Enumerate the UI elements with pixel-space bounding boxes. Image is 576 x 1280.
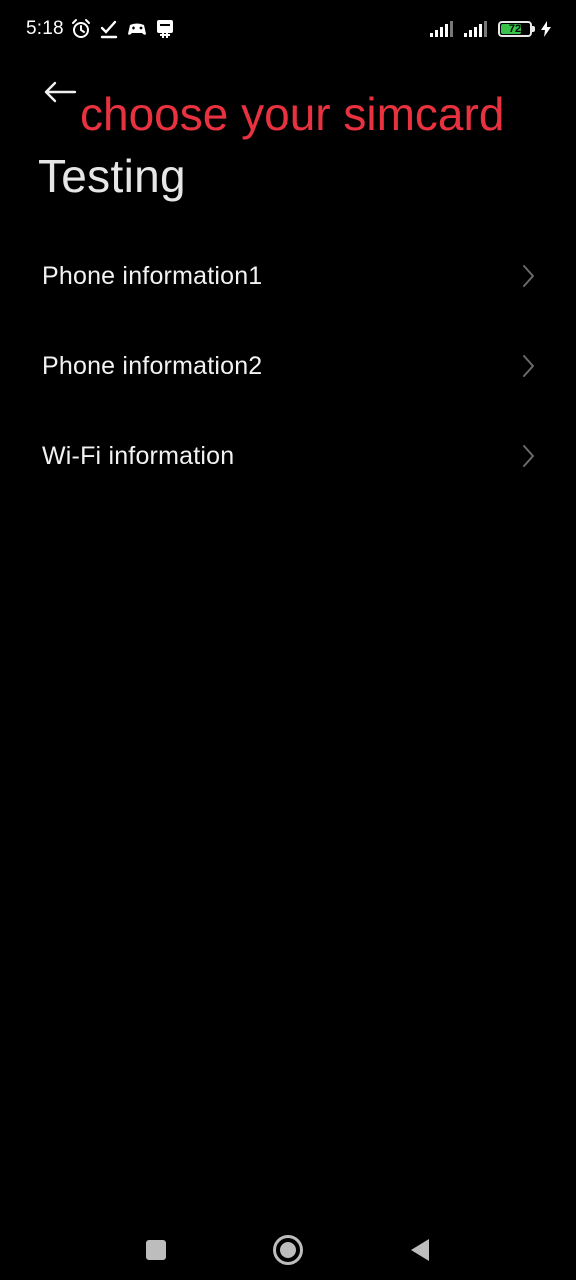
signal-sim1-icon: [430, 21, 453, 37]
list-item-label: Phone information2: [42, 351, 263, 380]
battery-level: 72: [508, 23, 522, 35]
home-button[interactable]: [268, 1230, 308, 1270]
overlay-annotation: choose your simcard: [80, 88, 505, 140]
game-controller-icon: [126, 18, 148, 40]
status-left: 5:18: [26, 17, 176, 41]
battery-icon: 72: [498, 21, 535, 37]
list-item-phone-information1[interactable]: Phone information1: [0, 231, 576, 321]
status-bar: 5:18 72: [0, 0, 576, 58]
status-right: 72: [430, 18, 552, 40]
notification-icon: [154, 18, 176, 40]
back-nav-button[interactable]: [400, 1230, 440, 1270]
navigation-bar: [0, 1210, 576, 1280]
back-arrow-icon: [44, 81, 77, 103]
battery-cap: [532, 26, 535, 32]
chevron-right-icon: [523, 265, 534, 287]
recents-button[interactable]: [136, 1230, 176, 1270]
back-arrow-button[interactable]: [38, 72, 82, 112]
recents-icon: [146, 1240, 166, 1260]
home-icon: [273, 1235, 303, 1265]
list-item-phone-information2[interactable]: Phone information2: [0, 321, 576, 411]
chevron-right-icon: [523, 445, 534, 467]
status-time: 5:18: [26, 18, 64, 39]
list-item-wifi-information[interactable]: Wi-Fi information: [0, 411, 576, 501]
chevron-right-icon: [523, 355, 534, 377]
alarm-icon: [70, 18, 92, 40]
back-icon: [411, 1239, 429, 1261]
charging-icon: [541, 21, 551, 37]
page-title: Testing: [38, 150, 186, 202]
list-item-label: Wi-Fi information: [42, 441, 235, 470]
list-item-label: Phone information1: [42, 261, 263, 290]
settings-list: Phone information1 Phone information2 Wi…: [0, 231, 576, 501]
signal-sim2-icon: [464, 21, 487, 37]
check-icon: [98, 18, 120, 40]
